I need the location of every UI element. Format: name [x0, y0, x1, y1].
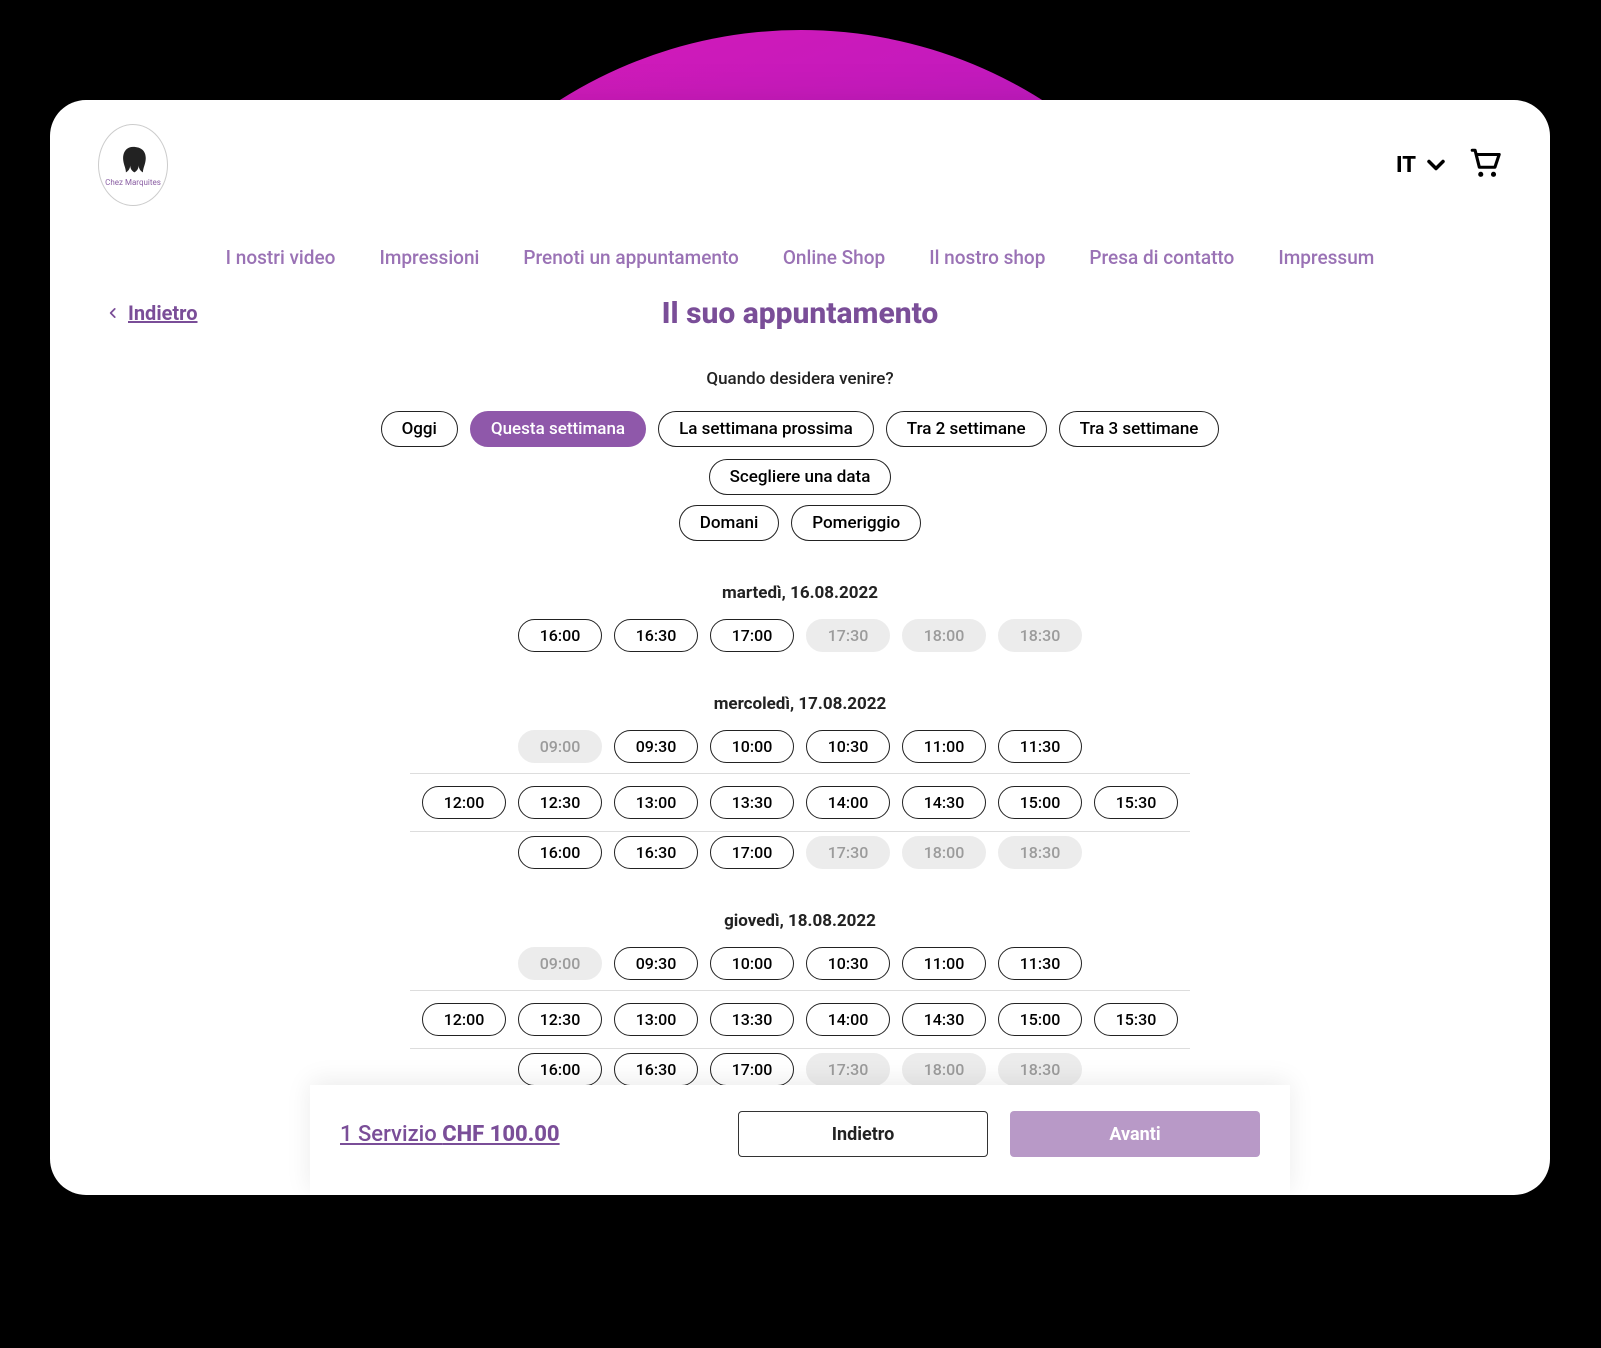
summary-prefix: 1 Servizio	[340, 1122, 442, 1147]
cart-button[interactable]	[1468, 146, 1502, 184]
time-slot[interactable]: 12:30	[518, 1003, 602, 1036]
days-container: martedì, 16.08.202216:0016:3017:0017:301…	[390, 583, 1210, 1086]
time-slot[interactable]: 16:30	[614, 836, 698, 869]
nav-item[interactable]: Online Shop	[783, 246, 885, 269]
top-right: IT	[1396, 146, 1502, 184]
time-slot[interactable]: 13:00	[614, 1003, 698, 1036]
time-slot[interactable]: 11:00	[902, 730, 986, 763]
subtitle: Quando desidera venire?	[50, 369, 1550, 389]
summary-price: CHF 100.00	[442, 1122, 559, 1147]
time-slot[interactable]: 16:00	[518, 836, 602, 869]
time-slot[interactable]: 14:30	[902, 786, 986, 819]
date-range-chip[interactable]: Tra 2 settimane	[886, 411, 1047, 447]
page-title: Il suo appuntamento	[50, 296, 1550, 331]
language-selector[interactable]: IT	[1396, 151, 1450, 179]
time-slot[interactable]: 12:00	[422, 1003, 506, 1036]
logo-text: Chez Marquites	[105, 178, 161, 187]
slot-row: 16:00 16:30 17:00 17:30 18:00 18:30	[410, 836, 1190, 869]
time-slot[interactable]: 11:30	[998, 730, 1082, 763]
date-range-chip[interactable]: Tra 3 settimane	[1059, 411, 1220, 447]
time-slot[interactable]: 09:30	[614, 947, 698, 980]
back-link[interactable]: Indietro	[106, 301, 198, 325]
logo[interactable]: Chez Marquites	[98, 124, 168, 206]
time-slot[interactable]: 15:00	[998, 786, 1082, 819]
back-row: Indietro Il suo appuntamento	[50, 287, 1550, 329]
time-slot[interactable]: 15:30	[1094, 1003, 1178, 1036]
time-slot[interactable]: 13:30	[710, 1003, 794, 1036]
time-slot: 17:30	[806, 836, 890, 869]
topbar: Chez Marquites IT	[50, 100, 1550, 218]
time-slot[interactable]: 15:30	[1094, 786, 1178, 819]
date-range-chips-row1: Oggi Questa settimana La settimana prossim…	[310, 411, 1290, 495]
time-slot[interactable]: 11:30	[998, 947, 1082, 980]
cart-icon	[1468, 146, 1502, 180]
time-slot[interactable]: 10:00	[710, 730, 794, 763]
nav-item[interactable]: Impressioni	[379, 246, 479, 269]
date-range-chip[interactable]: Questa settimana	[470, 411, 646, 447]
time-slot[interactable]: 14:00	[806, 1003, 890, 1036]
time-slot[interactable]: 09:30	[614, 730, 698, 763]
time-slot: 18:00	[902, 836, 986, 869]
footer-buttons: Indietro Avanti	[738, 1111, 1260, 1157]
footer-bar: 1 Servizio CHF 100.00 Indietro Avanti	[310, 1085, 1290, 1195]
time-slot[interactable]: 16:00	[518, 1053, 602, 1086]
slot-row: 12:00 12:30 13:00 13:30 14:00 14:30 15:00 15:30	[410, 773, 1190, 832]
language-label: IT	[1396, 153, 1416, 178]
time-slot: 18:30	[998, 836, 1082, 869]
app-card: Chez Marquites IT I nostri video Impressi…	[50, 100, 1550, 1195]
slot-row: 16:00 16:30 17:00 17:30 18:00 18:30	[410, 1053, 1190, 1086]
date-range-chip[interactable]: Scegliere una data	[709, 459, 892, 495]
day-label: mercoledì, 17.08.2022	[410, 694, 1190, 714]
date-range-chip[interactable]: Domani	[679, 505, 780, 541]
hair-icon	[116, 144, 150, 178]
time-slot[interactable]: 16:00	[518, 619, 602, 652]
time-slot[interactable]: 17:00	[710, 619, 794, 652]
time-slot[interactable]: 15:00	[998, 1003, 1082, 1036]
time-slot: 17:30	[806, 1053, 890, 1086]
nav-item[interactable]: I nostri video	[226, 246, 336, 269]
time-slot: 18:00	[902, 1053, 986, 1086]
time-slot[interactable]: 17:00	[710, 1053, 794, 1086]
time-slot[interactable]: 13:00	[614, 786, 698, 819]
service-summary[interactable]: 1 Servizio CHF 100.00	[340, 1122, 560, 1147]
time-slot[interactable]: 16:30	[614, 619, 698, 652]
slot-row: 09:00 09:30 10:00 10:30 11:00 11:30	[410, 730, 1190, 763]
date-range-chip[interactable]: La settimana prossima	[658, 411, 874, 447]
time-slot: 18:30	[998, 1053, 1082, 1086]
day-label: martedì, 16.08.2022	[410, 583, 1190, 603]
time-slot: 18:30	[998, 619, 1082, 652]
date-range-chips-row2: Domani Pomeriggio	[310, 505, 1290, 541]
nav-item[interactable]: Prenoti un appuntamento	[523, 246, 738, 269]
time-slot[interactable]: 10:00	[710, 947, 794, 980]
time-slot: 09:00	[518, 730, 602, 763]
slot-row: 16:00 16:30 17:00 17:30 18:00 18:30	[410, 619, 1190, 652]
nav-item[interactable]: Il nostro shop	[929, 246, 1045, 269]
time-slot[interactable]: 11:00	[902, 947, 986, 980]
nav-item[interactable]: Presa di contatto	[1089, 246, 1234, 269]
time-slot: 18:00	[902, 619, 986, 652]
slot-row: 09:00 09:30 10:00 10:30 11:00 11:30	[410, 947, 1190, 980]
time-slot[interactable]: 12:30	[518, 786, 602, 819]
time-slot[interactable]: 14:30	[902, 1003, 986, 1036]
footer-next-button[interactable]: Avanti	[1010, 1111, 1260, 1157]
time-slot: 17:30	[806, 619, 890, 652]
chevron-down-icon	[1422, 151, 1450, 179]
time-slot: 09:00	[518, 947, 602, 980]
time-slot[interactable]: 14:00	[806, 786, 890, 819]
back-label: Indietro	[128, 301, 198, 325]
slot-row: 12:00 12:30 13:00 13:30 14:00 14:30 15:00 15:30	[410, 990, 1190, 1049]
nav-item[interactable]: Impressum	[1278, 246, 1374, 269]
footer-back-button[interactable]: Indietro	[738, 1111, 988, 1157]
main-nav: I nostri video Impressioni Prenoti un appu…	[50, 218, 1550, 287]
time-slot[interactable]: 12:00	[422, 786, 506, 819]
date-range-chip[interactable]: Pomeriggio	[791, 505, 921, 541]
time-slot[interactable]: 13:30	[710, 786, 794, 819]
time-slot[interactable]: 10:30	[806, 947, 890, 980]
chevron-left-icon	[106, 306, 120, 320]
time-slot[interactable]: 17:00	[710, 836, 794, 869]
time-slot[interactable]: 10:30	[806, 730, 890, 763]
date-range-chip[interactable]: Oggi	[381, 411, 458, 447]
day-label: giovedì, 18.08.2022	[410, 911, 1190, 931]
time-slot[interactable]: 16:30	[614, 1053, 698, 1086]
